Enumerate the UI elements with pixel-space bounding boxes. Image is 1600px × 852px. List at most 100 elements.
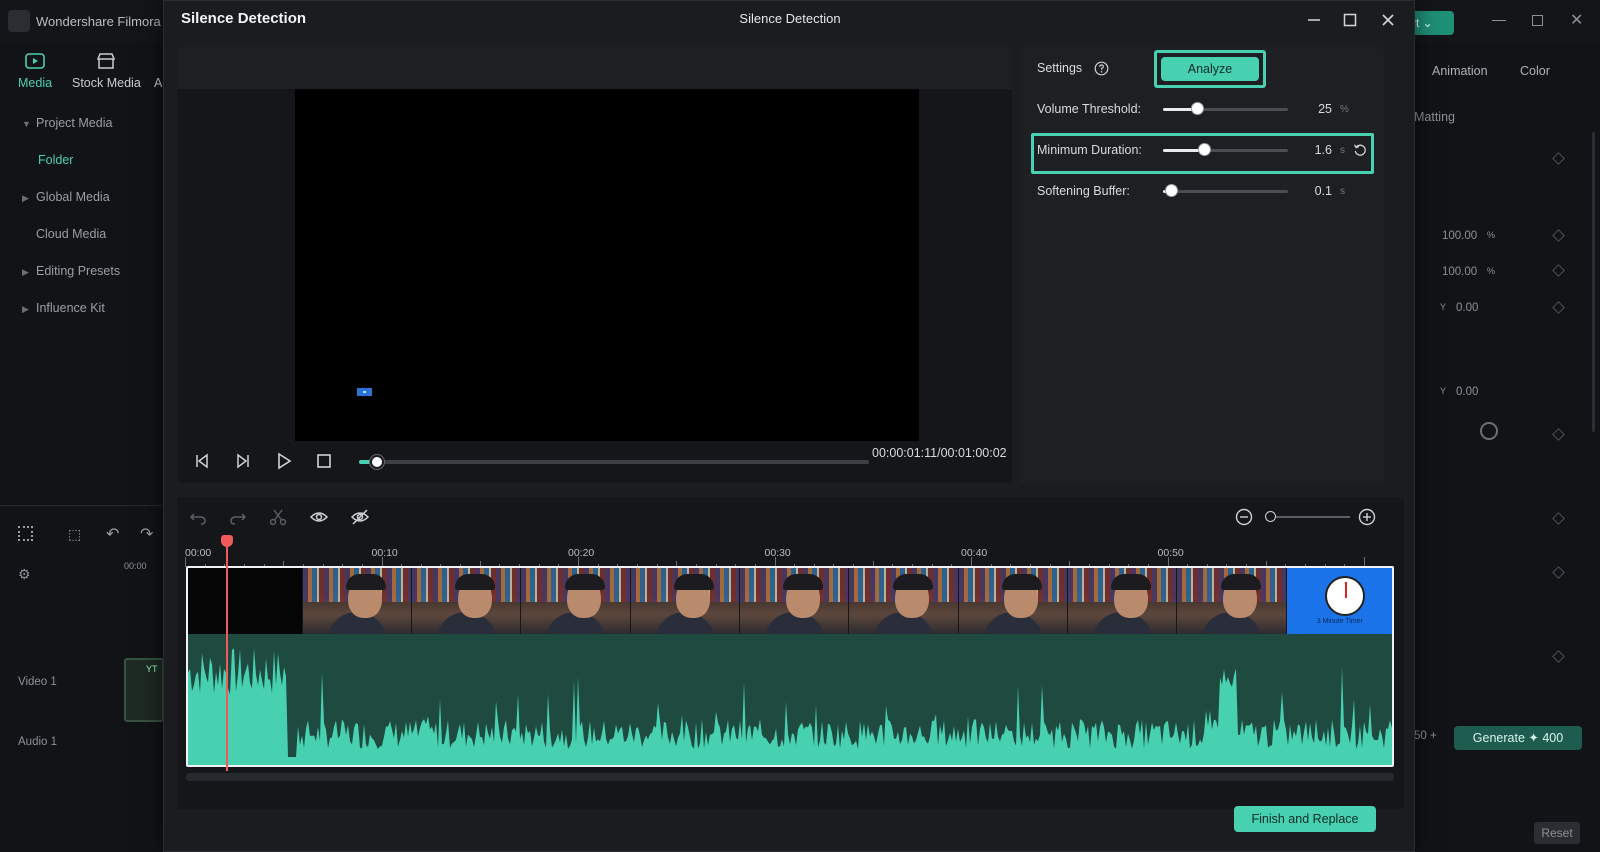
keyframe-diamond-icon[interactable] bbox=[1552, 566, 1565, 579]
slider-handle[interactable] bbox=[1198, 143, 1211, 156]
clip-thumbnail bbox=[188, 568, 303, 634]
timer-clock-icon bbox=[1324, 576, 1365, 616]
timeline-scrollbar[interactable] bbox=[186, 773, 1394, 781]
stock-media-icon bbox=[95, 52, 117, 70]
close-icon[interactable] bbox=[1378, 10, 1398, 30]
position2-y-label: Y bbox=[1440, 386, 1447, 396]
scroll-bar[interactable] bbox=[1592, 132, 1595, 432]
minimum-duration-slider[interactable] bbox=[1163, 143, 1288, 156]
media-clip[interactable]: 3 Minute Timer bbox=[186, 566, 1394, 767]
select-tool-icon[interactable]: ⬚ bbox=[68, 526, 81, 543]
next-frame-icon[interactable] bbox=[233, 451, 253, 471]
generate-button[interactable]: Generate ✦ 400 bbox=[1454, 726, 1582, 750]
position2-y-value[interactable]: 0.00 bbox=[1456, 386, 1478, 398]
zoom-slider-handle[interactable] bbox=[1265, 511, 1276, 522]
finish-and-replace-button[interactable]: Finish and Replace bbox=[1234, 806, 1376, 832]
softening-buffer-slider[interactable] bbox=[1163, 184, 1288, 197]
nav-audio[interactable]: A bbox=[154, 52, 162, 90]
tree-editing-presets[interactable]: ▶ Editing Presets bbox=[22, 264, 120, 278]
help-icon[interactable] bbox=[1094, 61, 1109, 76]
keyframe-diamond-icon[interactable] bbox=[1552, 650, 1565, 663]
playback-scrubber-handle[interactable] bbox=[370, 455, 384, 469]
zoom-slider[interactable] bbox=[1270, 516, 1350, 518]
clip-thumbnail bbox=[630, 568, 741, 634]
softening-buffer-value[interactable]: 0.1 bbox=[1282, 184, 1332, 198]
analyze-button[interactable]: Analyze bbox=[1161, 57, 1259, 81]
rotate-dial-icon[interactable] bbox=[1480, 422, 1498, 440]
split-scissors-icon[interactable] bbox=[268, 507, 288, 527]
scale-x-value[interactable]: 100.00 bbox=[1442, 230, 1477, 242]
keyframe-diamond-icon[interactable] bbox=[1552, 264, 1565, 277]
scale-x-unit: % bbox=[1487, 230, 1496, 240]
tab-color[interactable]: Color bbox=[1520, 64, 1550, 78]
restore-app-icon[interactable] bbox=[1532, 15, 1543, 26]
matting-label: Matting bbox=[1414, 110, 1455, 124]
ruler-tick-label: 00:50 bbox=[1157, 547, 1184, 559]
tab-animation[interactable]: Animation bbox=[1432, 64, 1488, 78]
keyframe-diamond-icon[interactable] bbox=[1552, 229, 1565, 242]
slider-handle[interactable] bbox=[1191, 102, 1204, 115]
ruler-tick-label: 00:30 bbox=[764, 547, 791, 559]
keyframe-diamond-icon[interactable] bbox=[1552, 512, 1565, 525]
playback-scrubber[interactable] bbox=[359, 455, 869, 469]
video-marker-icon bbox=[357, 388, 372, 396]
grid-icon[interactable] bbox=[18, 526, 33, 541]
tree-influence-kit[interactable]: ▶ Influence Kit bbox=[22, 301, 105, 315]
undo-bg-icon[interactable]: ↶ bbox=[106, 524, 119, 544]
clip-label: YT bbox=[146, 664, 158, 674]
audio-waveform bbox=[188, 634, 1392, 765]
bg-video-clip[interactable]: YT bbox=[124, 658, 164, 722]
position-y-value[interactable]: 0.00 bbox=[1456, 302, 1478, 314]
clip-thumbnail bbox=[1068, 568, 1178, 634]
play-icon[interactable] bbox=[274, 451, 294, 471]
redo-bg-icon[interactable]: ↷ bbox=[140, 524, 153, 544]
stop-icon[interactable] bbox=[314, 451, 334, 471]
tree-project-media[interactable]: ▼ Project Media bbox=[22, 116, 112, 130]
scale-y-unit: % bbox=[1487, 266, 1496, 276]
ruler-tick-label: 00:40 bbox=[961, 547, 988, 559]
hide-eye-icon[interactable] bbox=[350, 507, 370, 527]
softening-buffer-label: Softening Buffer: bbox=[1037, 184, 1130, 198]
ruler-tick-label: 00:20 bbox=[568, 547, 595, 559]
scale-y-value[interactable]: 100.00 bbox=[1442, 266, 1477, 278]
tree-folder[interactable]: Folder bbox=[38, 153, 73, 167]
credits-count: 50 + bbox=[1414, 730, 1437, 742]
redo-icon[interactable] bbox=[228, 507, 248, 527]
zoom-out-icon[interactable] bbox=[1234, 507, 1254, 527]
softening-buffer-unit: s bbox=[1340, 186, 1345, 197]
playhead-line[interactable] bbox=[226, 537, 228, 771]
tree-global-media[interactable]: ▶ Global Media bbox=[22, 190, 110, 204]
minimize-icon[interactable] bbox=[1304, 10, 1324, 30]
close-app-icon[interactable]: ✕ bbox=[1570, 10, 1583, 30]
video-preview[interactable] bbox=[295, 89, 919, 441]
keyframe-diamond-icon[interactable] bbox=[1552, 301, 1565, 314]
minimize-app-icon[interactable] bbox=[1492, 20, 1506, 21]
timeline-ruler[interactable]: 00:00 00:10 00:20 00:30 00:40 00:50 bbox=[185, 537, 1395, 567]
nav-media[interactable]: Media bbox=[18, 52, 52, 90]
keyframe-diamond-icon[interactable] bbox=[1552, 152, 1565, 165]
volume-threshold-value[interactable]: 25 bbox=[1282, 102, 1332, 116]
clip-thumbnail bbox=[849, 568, 959, 634]
clip-thumbnail bbox=[740, 568, 850, 634]
reset-value-icon[interactable] bbox=[1353, 143, 1367, 157]
maximize-icon[interactable] bbox=[1340, 10, 1360, 30]
bg-timeline-time: 00:00 bbox=[124, 561, 147, 571]
nav-stock-media[interactable]: Stock Media bbox=[72, 52, 141, 90]
track-video-label: Video 1 bbox=[18, 676, 57, 688]
volume-threshold-unit: % bbox=[1340, 104, 1349, 115]
slider-handle[interactable] bbox=[1165, 184, 1178, 197]
keyframe-diamond-icon[interactable] bbox=[1552, 428, 1565, 441]
playhead-handle[interactable] bbox=[221, 535, 233, 547]
zoom-in-icon[interactable] bbox=[1357, 507, 1377, 527]
previous-frame-icon[interactable] bbox=[192, 451, 212, 471]
tree-cloud-media[interactable]: Cloud Media bbox=[22, 227, 106, 241]
clip-thumbnail bbox=[958, 568, 1069, 634]
preview-header bbox=[177, 47, 1012, 89]
track-settings-icon[interactable]: ⚙ bbox=[18, 566, 31, 583]
settings-panel: Settings Analyze Volume Threshold: 25 % … bbox=[1020, 47, 1384, 483]
minimum-duration-value[interactable]: 1.6 bbox=[1282, 143, 1332, 157]
undo-icon[interactable] bbox=[188, 507, 208, 527]
show-eye-icon[interactable] bbox=[309, 507, 329, 527]
volume-threshold-slider[interactable] bbox=[1163, 102, 1288, 115]
reset-button[interactable]: Reset bbox=[1534, 822, 1580, 844]
